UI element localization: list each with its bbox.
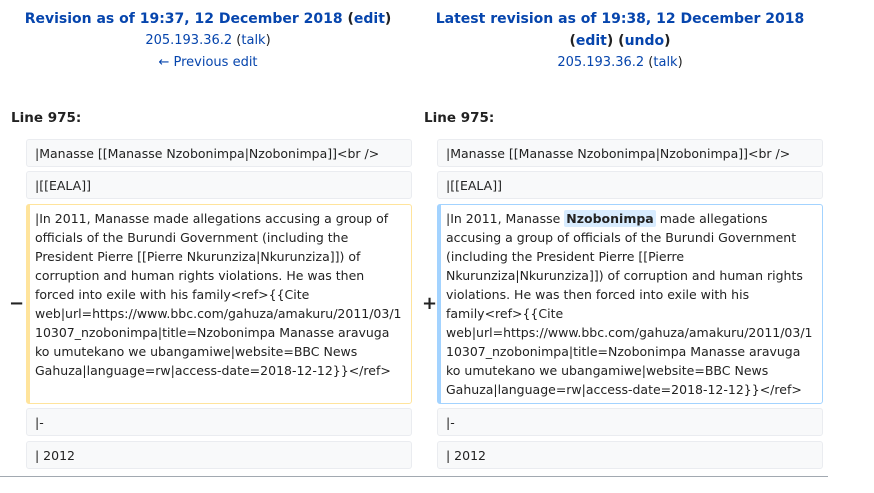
old-revision-edit-link[interactable]: edit [354, 11, 385, 27]
new-changed-line: |In 2011, Manasse Nzobonimpa made allega… [437, 204, 823, 404]
new-context-line: |Manasse [[Manasse Nzobonimpa|Nzobonimpa… [437, 139, 823, 167]
old-revision-link[interactable]: Revision as of 19:37, 12 December 2018 [25, 11, 343, 27]
old-context-line: |- [26, 408, 412, 436]
old-context-line: |Manasse [[Manasse Nzobonimpa|Nzobonimpa… [26, 139, 412, 167]
old-context-line: | 2012 [26, 441, 412, 469]
old-changed-line: |In 2011, Manasse made allegations accus… [26, 204, 412, 404]
new-text-after: made allegations accusing a group of off… [446, 211, 813, 397]
old-line-number: Line 975: [11, 110, 82, 126]
bottom-divider [0, 476, 828, 477]
new-revision-user-ip-link[interactable]: 205.193.36.2 [557, 55, 644, 70]
new-revision-title: Latest revision as of 19:38, 12 December… [420, 8, 820, 30]
old-context-line: |[[EALA]] [26, 171, 412, 199]
new-revision-user: 205.193.36.2 (talk) [557, 55, 683, 70]
new-context-line: | 2012 [437, 441, 823, 469]
undo-link[interactable]: undo [625, 33, 665, 49]
new-context-line: |- [437, 408, 823, 436]
previous-edit-link[interactable]: ← Previous edit [158, 55, 257, 70]
removed-line-marker: − [9, 293, 25, 314]
new-context-line: |[[EALA]] [437, 171, 823, 199]
old-revision-header: Revision as of 19:37, 12 December 2018 (… [10, 8, 406, 74]
old-revision-user: 205.193.36.2 (talk) [145, 33, 271, 48]
new-revision-actions: (edit) (undo) [569, 33, 671, 49]
new-revision-header: Latest revision as of 19:38, 12 December… [420, 8, 820, 74]
old-revision-user-ip-link[interactable]: 205.193.36.2 [145, 33, 232, 48]
inserted-word: Nzobonimpa [564, 210, 656, 227]
new-revision-edit-link[interactable]: edit [576, 33, 607, 49]
added-line-marker: + [422, 293, 438, 314]
new-revision-talk-link[interactable]: talk [653, 55, 677, 70]
old-revision-title: Revision as of 19:37, 12 December 2018 (… [24, 11, 392, 27]
new-line-number: Line 975: [424, 110, 495, 126]
new-text-before: |In 2011, Manasse [446, 211, 565, 226]
old-revision-talk-link[interactable]: talk [241, 33, 265, 48]
new-revision-link[interactable]: Latest revision as of 19:38, 12 December… [436, 11, 804, 27]
